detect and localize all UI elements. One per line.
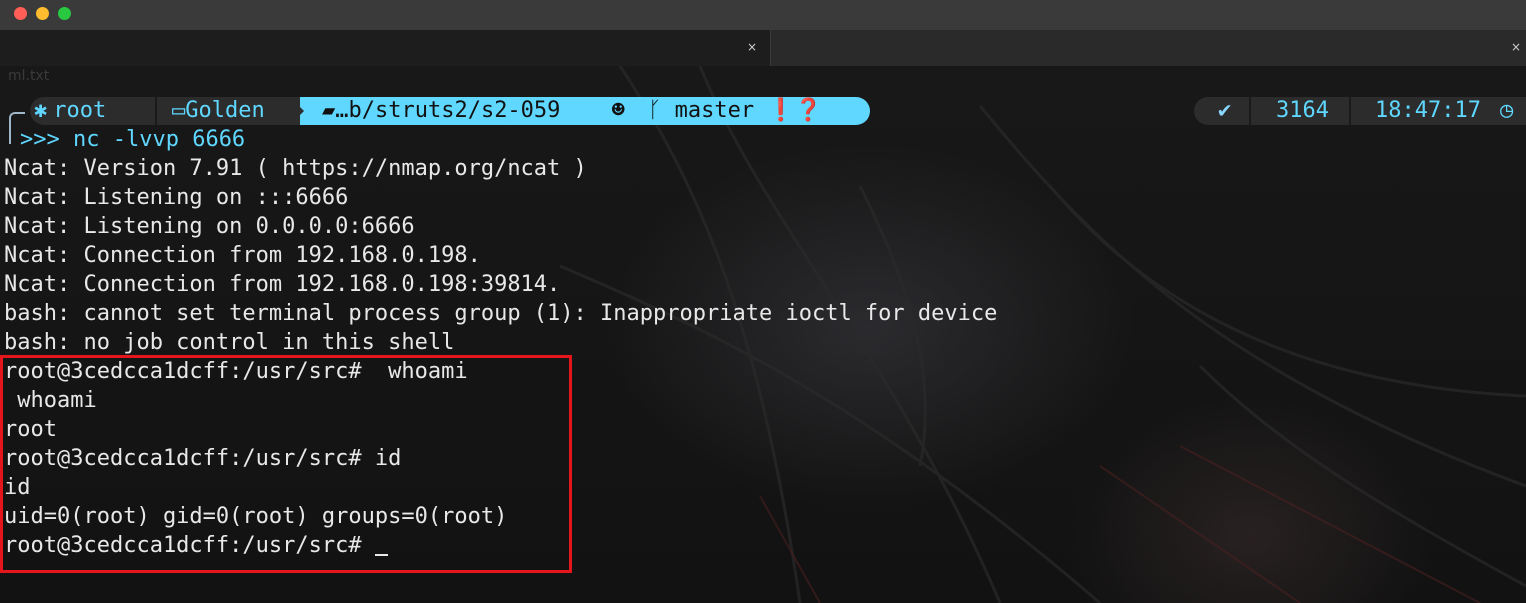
terminal-window: × × ml.txt ✱ root ▭Golden ▰…b/struts2/s2… (0, 0, 1526, 603)
laptop-icon: ▭ (172, 98, 186, 123)
terminal-content[interactable]: ml.txt ✱ root ▭Golden ▰…b/struts2/s2-059 … (0, 66, 1526, 603)
command-text: nc -lvvp 6666 (59, 127, 246, 152)
tab-2[interactable]: × (771, 30, 1526, 66)
output-line: bash: cannot set terminal process group … (4, 301, 998, 326)
close-window-button[interactable] (14, 7, 27, 20)
git-branch-icon: ᚴ (648, 98, 662, 123)
tab-1[interactable]: × (0, 30, 771, 66)
prompt-user-label: root (53, 98, 107, 123)
prompt-directory: …b/struts2/s2-059 (335, 98, 561, 123)
output-line: Ncat: Connection from 192.168.0.198:3981… (4, 272, 561, 297)
maximize-window-button[interactable] (58, 7, 71, 20)
tab-1-close-icon[interactable]: × (744, 39, 760, 55)
output-line: Ncat: Listening on :::6666 (4, 185, 349, 210)
check-icon: ✔ (1218, 98, 1232, 123)
tab-bar: × × (0, 30, 1526, 66)
prompt-arrow-separator (290, 97, 304, 125)
clock-icon: ◷ (1500, 98, 1514, 123)
output-line: Ncat: Version 7.91 ( https://nmap.org/nc… (4, 156, 587, 181)
minimize-window-button[interactable] (36, 7, 49, 20)
prompt-arrows: >>> (20, 127, 60, 152)
git-status-icons: ❗❓ (767, 98, 823, 123)
prompt-directory-segment: ▰…b/struts2/s2-059 ☻ ᚴ master ❗❓ (300, 97, 870, 125)
github-icon: ☻ (611, 98, 625, 123)
tab-2-close-icon[interactable]: × (1508, 39, 1524, 55)
command-line: >>> nc -lvvp 6666 (20, 125, 245, 154)
prompt-host: ▭Golden (172, 97, 265, 125)
prompt-user: ✱ root (34, 97, 106, 125)
prompt-separator (155, 97, 157, 125)
output-line: bash: no job control in this shell (4, 330, 455, 355)
output-line: Ncat: Connection from 192.168.0.198. (4, 243, 481, 268)
gear-icon: ✱ (34, 98, 48, 123)
prompt-separator-right-1 (1249, 97, 1251, 125)
folder-icon: ▰ (322, 98, 336, 123)
prompt-time: 18:47:17 (1375, 98, 1481, 123)
prompt-host-label: Golden (185, 98, 265, 123)
red-highlight-box (0, 355, 572, 573)
output-line: Ncat: Listening on 0.0.0.0:6666 (4, 214, 415, 239)
prompt-separator-right-2 (1349, 97, 1351, 125)
title-bar (0, 0, 1526, 30)
git-branch-name: master (674, 98, 755, 123)
history-count: 3164 (1276, 98, 1329, 123)
filename-hint: ml.txt (8, 68, 50, 84)
